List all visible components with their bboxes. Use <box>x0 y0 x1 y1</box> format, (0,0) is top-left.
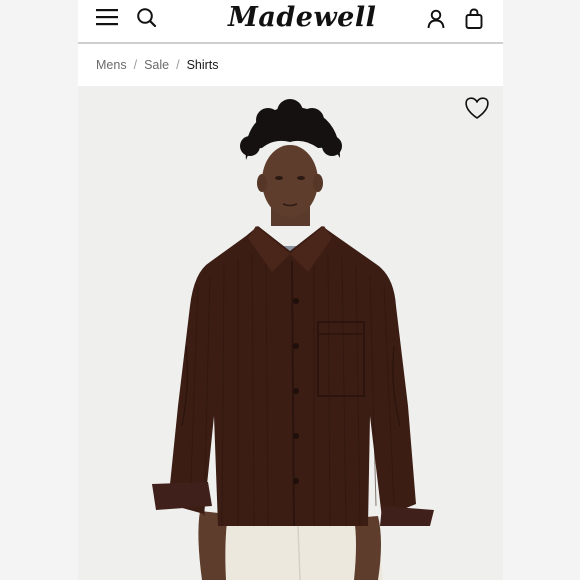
product-image[interactable] <box>78 86 503 580</box>
breadcrumb-sale[interactable]: Sale <box>144 58 169 72</box>
breadcrumb-separator: / <box>133 58 138 72</box>
search-icon[interactable] <box>136 7 158 29</box>
product-page: Madewell Mens / Sale / Shirts <box>78 0 503 580</box>
bag-icon[interactable] <box>464 8 484 30</box>
breadcrumb-separator: / <box>176 58 180 72</box>
account-icon[interactable] <box>426 9 446 29</box>
breadcrumb: Mens / Sale / Shirts <box>96 56 219 74</box>
menu-icon[interactable] <box>96 7 118 27</box>
site-header: Madewell <box>78 0 503 42</box>
breadcrumb-mens[interactable]: Mens <box>96 58 127 72</box>
heart-icon[interactable] <box>464 96 490 125</box>
header-divider <box>78 42 503 44</box>
breadcrumb-shirts[interactable]: Shirts <box>187 58 219 72</box>
brand-logo[interactable]: Madewell <box>228 2 376 33</box>
